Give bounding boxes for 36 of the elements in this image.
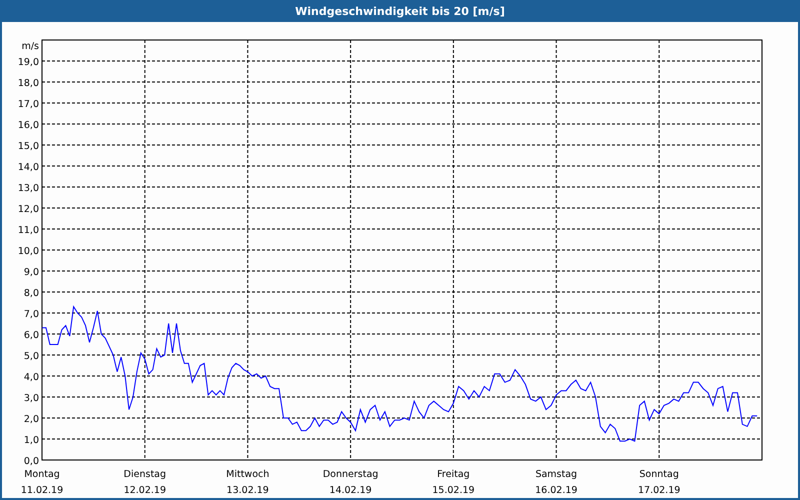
y-tick-label: 18,0 <box>18 78 39 89</box>
y-tick-label: 6,0 <box>24 330 39 341</box>
y-tick-label: 11,0 <box>18 225 39 236</box>
date-label: 12.02.19 <box>124 485 166 496</box>
y-tick-label: 5,0 <box>24 351 39 362</box>
date-label: 11.02.19 <box>20 485 64 496</box>
y-tick-label: 3,0 <box>24 393 39 404</box>
x-tick-label: Donnerstag <box>322 469 378 480</box>
y-tick-label: 8,0 <box>24 288 39 299</box>
y-tick-label: 0,0 <box>24 456 39 467</box>
y-tick-label: 17,0 <box>18 99 39 110</box>
y-tick-label: 19,0 <box>18 57 39 68</box>
x-tick-label: Freitag <box>437 469 470 480</box>
y-axis-unit: m/s <box>22 41 39 52</box>
y-tick-label: 9,0 <box>24 267 39 278</box>
x-tick-label: Dienstag <box>124 469 166 480</box>
window-title: Windgeschwindigkeit bis 20 [m/s] <box>295 4 505 18</box>
date-label: 15.02.19 <box>432 485 475 496</box>
x-tick-label: Mittwoch <box>226 469 270 480</box>
y-tick-label: 13,0 <box>18 183 39 194</box>
y-tick-label: 12,0 <box>18 204 39 215</box>
y-tick-label: 4,0 <box>24 372 39 383</box>
date-label: 16.02.19 <box>535 485 578 496</box>
date-label: 14.02.19 <box>329 485 372 496</box>
x-tick-label: Sonntag <box>639 469 679 480</box>
y-tick-label: 10,0 <box>18 246 39 257</box>
date-label: 13.02.19 <box>226 485 269 496</box>
y-tick-label: 2,0 <box>24 414 39 425</box>
date-label: 17.02.19 <box>638 485 680 496</box>
x-tick-label: Montag <box>24 469 60 480</box>
x-tick-label: Samstag <box>535 469 578 480</box>
y-tick-label: 14,0 <box>18 162 39 173</box>
y-tick-label: 7,0 <box>24 309 39 320</box>
y-tick-label: 1,0 <box>24 435 39 446</box>
y-tick-label: 16,0 <box>18 120 39 131</box>
y-tick-label: 15,0 <box>18 141 39 152</box>
